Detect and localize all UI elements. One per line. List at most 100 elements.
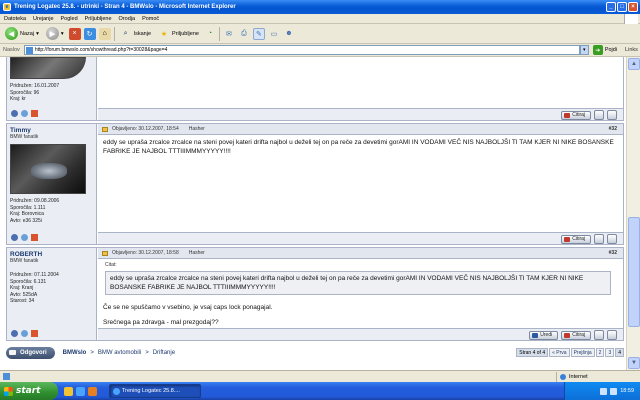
post-body: eddy se upraša zrcalce zrcalce na steni … <box>103 139 614 155</box>
post-text-line: Srečnega pa zdravga - mal prezgodaj?? <box>103 319 219 326</box>
back-arrow-icon: ◀ <box>5 27 18 40</box>
quote-label: Citat: <box>105 262 117 268</box>
address-input[interactable]: http://forum.bmwslo.com/showthread.php?t… <box>23 45 580 55</box>
pm-icon[interactable] <box>21 110 28 117</box>
discuss-icon[interactable]: ▭ <box>268 28 280 40</box>
user-contact-icons <box>11 234 38 241</box>
system-tray: 18:59 <box>564 382 640 400</box>
links-label[interactable]: Links <box>625 47 638 53</box>
user-info: Pridružen: 09.08.2006 Sporočila: 1.111 K… <box>10 198 60 224</box>
quote-button[interactable]: Citiraj <box>561 234 591 244</box>
breadcrumb-separator: > <box>90 350 94 356</box>
quick-reply-icon[interactable] <box>607 110 617 120</box>
menu-help[interactable]: Pomoč <box>142 16 159 22</box>
post-header: Objavljeno: 30.12.2007, 18:54 Hasher #32 <box>98 124 623 135</box>
minimize-button[interactable]: _ <box>606 2 616 12</box>
breadcrumb-site[interactable]: BMWslo <box>63 350 87 356</box>
favorites-label: Priljubljene <box>172 30 199 37</box>
reply-button[interactable]: Odgovori <box>6 347 55 359</box>
post-number[interactable]: #32 <box>609 250 617 256</box>
search-button[interactable]: ⌕ Iskanje <box>118 26 153 42</box>
folder-icon[interactable] <box>64 386 73 396</box>
forward-button[interactable]: ▶ ▾ <box>44 26 66 42</box>
page-link[interactable]: 3 <box>605 348 615 357</box>
edit-button[interactable]: Uredi <box>529 330 559 340</box>
post-mode: Hasher <box>188 250 205 256</box>
page-prev[interactable]: Prejšnja <box>570 348 595 357</box>
clock[interactable]: 18:59 <box>620 388 634 394</box>
quote-button[interactable]: Citiraj <box>561 110 591 120</box>
breadcrumb: BMWslo > BMW avtomobili > Driftanje <box>63 350 175 356</box>
multiquote-icon[interactable] <box>594 234 604 244</box>
post-actions: Citiraj <box>561 234 617 244</box>
favorites-button[interactable]: ★ Priljubljene <box>156 26 201 42</box>
edit-page-icon[interactable]: ✎ <box>252 27 265 40</box>
username[interactable]: ROBERTH <box>10 251 93 258</box>
multiquote-icon[interactable] <box>594 110 604 120</box>
username[interactable]: Timmy <box>10 127 93 134</box>
pm-icon[interactable] <box>21 330 28 337</box>
security-zone: Internet <box>556 372 588 382</box>
print-icon[interactable]: ⎙ <box>238 28 250 40</box>
report-icon[interactable] <box>31 330 38 337</box>
media-icon[interactable] <box>88 386 97 396</box>
mail-icon[interactable]: ✉ <box>223 28 235 40</box>
scroll-thumb[interactable] <box>628 217 640 327</box>
breadcrumb-forum[interactable]: Driftanje <box>153 350 175 356</box>
profile-icon[interactable] <box>11 234 18 241</box>
taskbar-window-button[interactable]: Trening Logatec 25.8.... <box>109 384 201 398</box>
quote-button[interactable]: Citiraj <box>561 330 591 340</box>
post-footer: Citiraj <box>98 108 623 120</box>
menu-file[interactable]: Datoteka <box>4 16 26 22</box>
search-label: Iskanje <box>133 30 152 37</box>
menu-edit[interactable]: Urejanje <box>33 16 53 22</box>
page-label: Stran 4 of 4 <box>516 348 549 357</box>
post-number[interactable]: #32 <box>609 126 617 132</box>
user-title: BMW fanatik <box>10 258 39 264</box>
address-url: http://forum.bmwslo.com/showthread.php?t… <box>34 47 168 53</box>
page-first[interactable]: « Prva <box>549 348 570 357</box>
pm-icon[interactable] <box>21 234 28 241</box>
breadcrumb-section[interactable]: BMW avtomobili <box>98 350 141 356</box>
start-button[interactable]: start <box>0 382 58 400</box>
quick-reply-icon[interactable] <box>607 330 617 340</box>
network-icon[interactable] <box>600 387 608 395</box>
go-button[interactable]: ➔ Pojdi <box>592 45 617 55</box>
toolbar: ◀ Nazaj ▾ ▶ ▾ × ↻ ⌂ ⌕ Iskanje ★ Priljubl… <box>0 24 640 44</box>
post-actions: Citiraj <box>561 110 617 120</box>
multiquote-icon[interactable] <box>594 330 604 340</box>
page-current: 4 <box>615 348 624 357</box>
maximize-button[interactable]: □ <box>617 2 627 12</box>
report-icon[interactable] <box>31 110 38 117</box>
close-button[interactable]: × <box>628 2 638 12</box>
forward-dropdown-icon[interactable]: ▾ <box>61 31 64 37</box>
scroll-up-icon[interactable]: ▲ <box>628 58 640 70</box>
vertical-scrollbar[interactable]: ▲ ▼ <box>626 57 640 370</box>
refresh-icon[interactable]: ↻ <box>83 27 96 40</box>
menu-tools[interactable]: Orodja <box>119 16 136 22</box>
address-dropdown-icon[interactable]: ▾ <box>579 45 589 55</box>
user-title: BMW fanatik <box>10 134 39 140</box>
volume-icon[interactable] <box>610 387 618 395</box>
page-link[interactable]: 2 <box>595 348 605 357</box>
toolbar-separator <box>113 26 115 41</box>
history-icon[interactable]: ◔ <box>204 28 216 40</box>
menu-view[interactable]: Pogled <box>61 16 78 22</box>
quick-reply-icon[interactable] <box>607 234 617 244</box>
back-button[interactable]: ◀ Nazaj ▾ <box>3 26 41 42</box>
stop-icon[interactable]: × <box>68 27 81 40</box>
profile-icon[interactable] <box>11 110 18 117</box>
forum-post-3: ROBERTH BMW fanatik Pridružen: 07.11.200… <box>6 247 624 341</box>
back-dropdown-icon[interactable]: ▾ <box>36 31 39 37</box>
ie-icon: e <box>3 3 11 11</box>
user-info: Pridružen: 07.11.2004 Sporočila: 6.131 K… <box>10 272 59 304</box>
star-icon: ★ <box>160 30 168 38</box>
messenger-icon[interactable]: ☻ <box>283 28 295 40</box>
ie-icon[interactable] <box>76 386 85 396</box>
profile-icon[interactable] <box>11 330 18 337</box>
home-icon[interactable]: ⌂ <box>98 27 111 40</box>
report-icon[interactable] <box>31 234 38 241</box>
scroll-down-icon[interactable]: ▼ <box>628 357 640 369</box>
menu-favorites[interactable]: Priljubljene <box>85 16 112 22</box>
address-label: Naslov <box>3 47 20 53</box>
